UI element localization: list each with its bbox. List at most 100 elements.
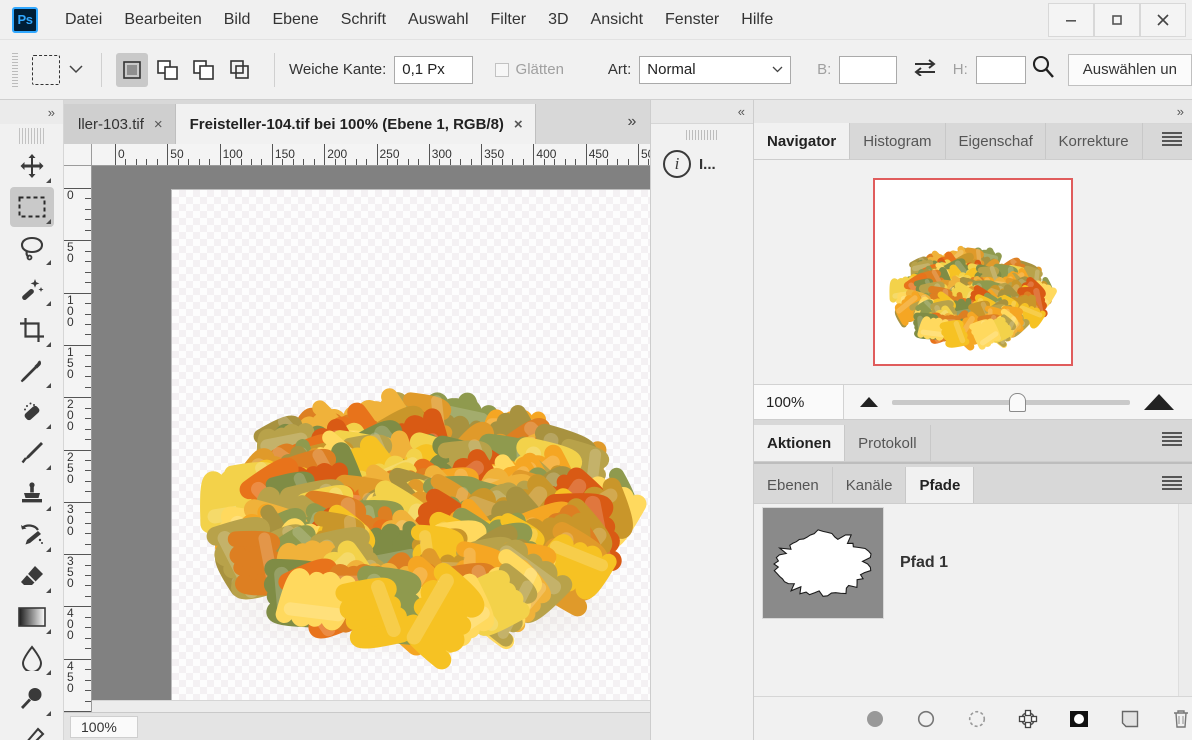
add-mask-icon[interactable] — [1069, 708, 1090, 730]
tools-panel-grip[interactable] — [19, 128, 45, 144]
tool-flyout-triangle-icon[interactable] — [46, 424, 51, 429]
tool-flyout-triangle-icon[interactable] — [46, 219, 51, 224]
canvas-viewport[interactable] — [92, 166, 650, 740]
navigator-zoom-field[interactable]: 100% — [754, 385, 844, 419]
menu-item-hilfe[interactable]: Hilfe — [730, 5, 784, 35]
menu-item-ansicht[interactable]: Ansicht — [580, 5, 654, 35]
eyedropper-tool[interactable] — [10, 351, 54, 391]
eraser-tool[interactable] — [10, 556, 54, 596]
maximize-button[interactable] — [1094, 3, 1140, 37]
zoom-level-field[interactable]: 100% — [70, 716, 138, 738]
horizontal-scrollbar[interactable] — [92, 700, 650, 712]
canvas-document[interactable] — [172, 190, 650, 713]
lasso-tool[interactable] — [10, 228, 54, 268]
history-brush-tool[interactable] — [10, 515, 54, 555]
panel-menu-icon[interactable] — [1162, 132, 1182, 148]
subtract-from-selection-icon[interactable] — [188, 53, 220, 87]
new-selection-icon[interactable] — [116, 53, 148, 87]
navigator-body[interactable] — [754, 160, 1192, 384]
minimize-button[interactable] — [1048, 3, 1094, 37]
add-to-selection-icon[interactable] — [152, 53, 184, 87]
dodge-tool[interactable] — [10, 679, 54, 719]
info-dock-grip[interactable] — [686, 130, 718, 140]
menu-item-auswahl[interactable]: Auswahl — [397, 5, 479, 35]
rectangular-marquee-tool[interactable] — [10, 187, 54, 227]
menu-item-datei[interactable]: Datei — [54, 5, 113, 35]
menu-item-3d[interactable]: 3D — [537, 5, 579, 35]
tab-korrekture[interactable]: Korrekture — [1046, 123, 1143, 159]
menu-item-ebene[interactable]: Ebene — [261, 5, 329, 35]
tab-ebenen[interactable]: Ebenen — [754, 467, 833, 503]
swap-arrows-icon[interactable] — [913, 58, 937, 81]
panel-menu-icon[interactable] — [1162, 476, 1182, 492]
tab-eigenschaf[interactable]: Eigenschaf — [946, 123, 1046, 159]
menu-item-bearbeiten[interactable]: Bearbeiten — [113, 5, 212, 35]
tool-flyout-triangle-icon[interactable] — [46, 383, 51, 388]
fill-path-icon[interactable] — [864, 708, 885, 730]
tool-flyout-triangle-icon[interactable] — [46, 629, 51, 634]
large-mountain-icon[interactable] — [1144, 394, 1174, 410]
tool-flyout-triangle-icon[interactable] — [46, 588, 51, 593]
tab-protokoll[interactable]: Protokoll — [845, 425, 930, 461]
paths-scrollbar[interactable] — [1178, 504, 1192, 704]
gradient-tool[interactable] — [10, 597, 54, 637]
tool-flyout-triangle-icon[interactable] — [46, 178, 51, 183]
tab-kan-le[interactable]: Kanäle — [833, 467, 907, 503]
chevron-down-icon[interactable] — [66, 57, 87, 83]
select-and-mask-button[interactable]: Auswählen un — [1068, 54, 1192, 86]
height-input[interactable] — [976, 56, 1026, 84]
tool-flyout-triangle-icon[interactable] — [46, 342, 51, 347]
navigator-zoom-slider-knob[interactable] — [1009, 393, 1026, 412]
style-select[interactable]: Normal — [639, 56, 791, 84]
menu-item-schrift[interactable]: Schrift — [330, 5, 397, 35]
move-tool[interactable] — [10, 146, 54, 186]
panel-menu-icon[interactable] — [1162, 432, 1182, 448]
tool-flyout-triangle-icon[interactable] — [46, 506, 51, 511]
blur-tool[interactable] — [10, 638, 54, 678]
navigator-zoom-slider[interactable] — [892, 400, 1130, 405]
document-tabs-overflow-button[interactable]: » — [614, 100, 650, 144]
small-mountain-icon[interactable] — [860, 397, 878, 407]
width-input[interactable] — [839, 56, 897, 84]
delete-path-icon[interactable] — [1171, 708, 1192, 730]
document-tab[interactable]: ller-103.tif× — [64, 104, 176, 144]
tools-collapse-button[interactable]: » — [0, 100, 63, 124]
tab-navigator[interactable]: Navigator — [754, 123, 850, 159]
tool-flyout-triangle-icon[interactable] — [46, 670, 51, 675]
quick-selection-tool[interactable] — [10, 269, 54, 309]
document-tab-close-icon[interactable]: × — [154, 116, 163, 133]
options-bar-grip[interactable] — [12, 53, 18, 87]
clone-stamp-tool[interactable] — [10, 474, 54, 514]
stroke-path-icon[interactable] — [915, 708, 936, 730]
dock-expand-button[interactable]: » — [754, 100, 1192, 124]
menu-item-bild[interactable]: Bild — [213, 5, 262, 35]
close-button[interactable] — [1140, 3, 1186, 37]
brush-tool[interactable] — [10, 433, 54, 473]
make-work-path-icon[interactable] — [1017, 708, 1038, 730]
feather-input[interactable]: 0,1 Px — [394, 56, 472, 84]
vertical-ruler[interactable]: 0501001502002503003504004505 — [64, 166, 92, 740]
document-tab[interactable]: Freisteller-104.tif bei 100% (Ebene 1, R… — [176, 104, 536, 144]
tab-histogram[interactable]: Histogram — [850, 123, 945, 159]
load-selection-from-path-icon[interactable] — [966, 708, 987, 730]
tool-flyout-triangle-icon[interactable] — [46, 547, 51, 552]
crop-tool[interactable] — [10, 310, 54, 350]
tab-aktionen[interactable]: Aktionen — [754, 425, 845, 461]
sidebar-item-info[interactable]: i I... — [651, 140, 753, 178]
tool-flyout-triangle-icon[interactable] — [46, 301, 51, 306]
menu-item-fenster[interactable]: Fenster — [654, 5, 730, 35]
info-dock-collapse-button[interactable]: « — [651, 100, 753, 124]
intersect-selection-icon[interactable] — [224, 53, 256, 87]
spot-healing-brush-tool[interactable] — [10, 392, 54, 432]
tool-flyout-triangle-icon[interactable] — [46, 260, 51, 265]
new-path-icon[interactable] — [1120, 708, 1141, 730]
tab-pfade[interactable]: Pfade — [906, 467, 974, 503]
rectangular-marquee-icon[interactable] — [32, 55, 60, 85]
tool-flyout-triangle-icon[interactable] — [46, 465, 51, 470]
horizontal-ruler[interactable]: 05010015020025030035040045050 — [92, 144, 650, 166]
antialias-checkbox[interactable] — [495, 63, 509, 77]
search-icon[interactable] — [1030, 54, 1056, 85]
document-tab-close-icon[interactable]: × — [514, 116, 523, 133]
navigator-thumbnail[interactable] — [873, 178, 1073, 366]
paths-row[interactable]: Pfad 1 — [754, 504, 1192, 622]
